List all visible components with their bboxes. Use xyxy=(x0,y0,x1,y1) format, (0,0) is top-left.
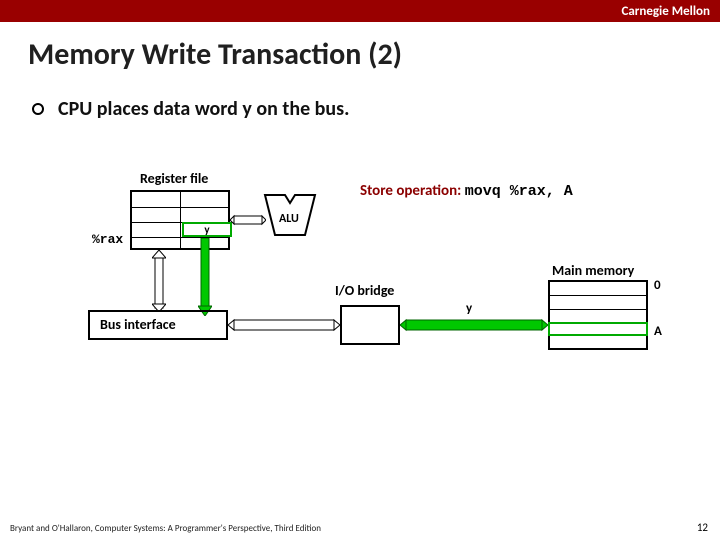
register-file-label: Register file xyxy=(140,170,208,187)
brand-label: Carnegie Mellon xyxy=(621,4,710,19)
footer-citation: Bryant and O'Hallaron, Computer Systems:… xyxy=(10,523,321,534)
io-bridge-box xyxy=(340,305,400,345)
mem-addr-0: 0 xyxy=(654,278,661,293)
slide-title: Memory Write Transaction (2) xyxy=(28,36,720,73)
bus-interface-label: Bus interface xyxy=(100,316,176,333)
store-operation: Store operation: movq %rax, A xyxy=(360,182,573,200)
iobridge-mem-arrow xyxy=(400,316,548,334)
header-bar: Carnegie Mellon xyxy=(0,0,720,22)
page-number: 12 xyxy=(697,521,708,534)
store-op-prefix: Store operation: xyxy=(360,182,461,200)
rax-label: %rax xyxy=(92,232,123,247)
regfile-bus-arrow xyxy=(152,250,166,312)
mem-row-A xyxy=(548,322,648,336)
io-bridge-label: I/O bridge xyxy=(335,282,394,299)
bullet-icon xyxy=(32,103,44,115)
register-file-box: y xyxy=(130,190,230,250)
regfile-alu-arrow xyxy=(230,210,266,230)
alu-label: ALU xyxy=(279,212,299,226)
busif-iobridge-arrow xyxy=(228,316,340,334)
bullet-item: CPU places data word y on the bus. xyxy=(32,97,720,121)
main-memory-box xyxy=(548,280,648,350)
bullet-text: CPU places data word y on the bus. xyxy=(58,97,349,121)
main-memory-label: Main memory xyxy=(552,262,634,279)
rax-value-cell: y xyxy=(182,222,232,237)
mem-addr-A: A xyxy=(654,324,662,339)
diagram: Register file y %rax ALU Store operation… xyxy=(0,160,720,380)
bus-value-label: y xyxy=(466,301,472,316)
data-down-arrow xyxy=(198,238,212,316)
store-op-code: movq %rax, A xyxy=(465,183,573,200)
